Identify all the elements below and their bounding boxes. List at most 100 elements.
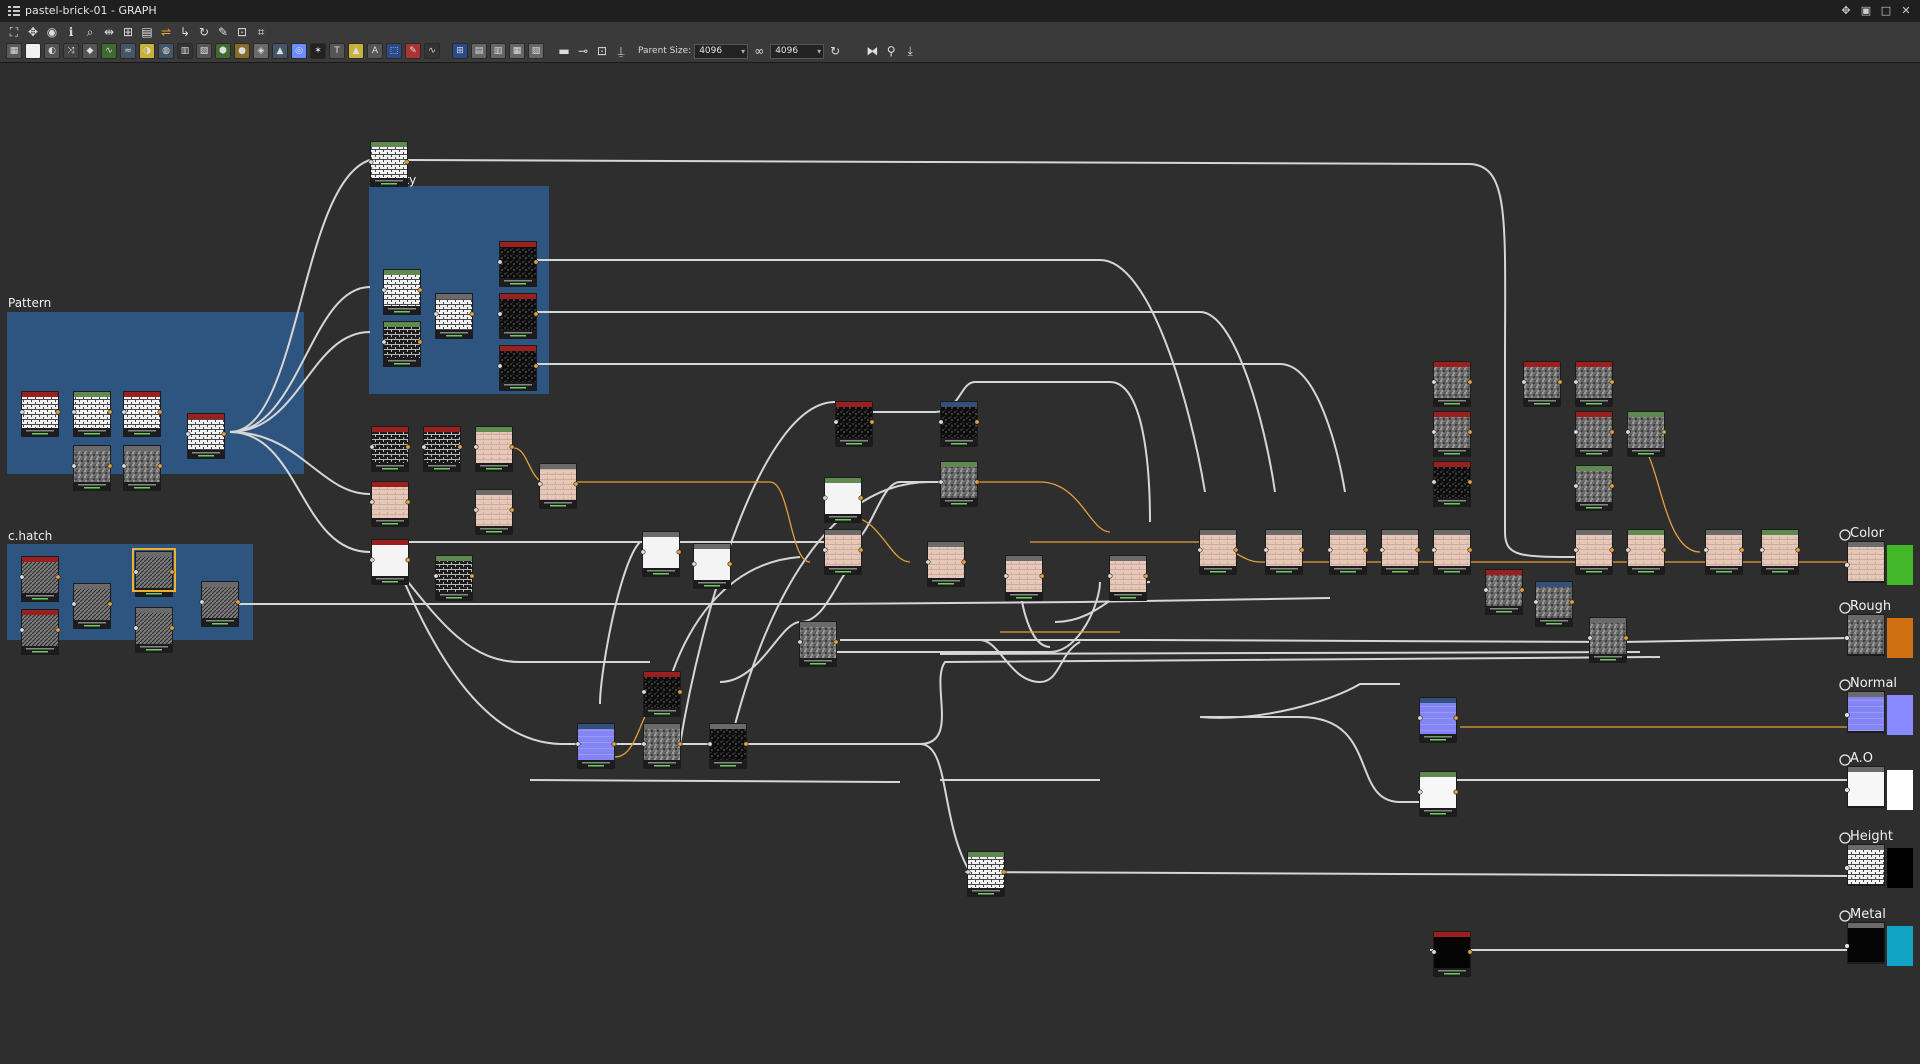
graph-node[interactable] bbox=[19, 391, 61, 437]
restore-icon[interactable]: ▣ bbox=[1858, 3, 1874, 19]
node-split-icon[interactable]: ⧓ bbox=[864, 43, 880, 59]
maximize-icon[interactable]: □ bbox=[1878, 3, 1894, 19]
pin-icon[interactable]: ⍊ bbox=[613, 43, 629, 59]
comment-icon[interactable]: ▬ bbox=[556, 43, 572, 59]
refresh-icon[interactable]: ↻ bbox=[827, 43, 843, 59]
linked-size-select[interactable]: 4096 bbox=[770, 43, 825, 59]
view5-icon[interactable]: ▧ bbox=[528, 43, 544, 59]
graph-node[interactable] bbox=[71, 583, 113, 629]
graph-node[interactable] bbox=[938, 461, 980, 507]
graph-node[interactable] bbox=[473, 489, 515, 535]
graph-node[interactable] bbox=[433, 555, 475, 601]
connect-icon[interactable]: ⊸ bbox=[575, 43, 591, 59]
graph-node[interactable] bbox=[1431, 461, 1473, 507]
graph-node[interactable] bbox=[833, 401, 875, 447]
bitmap-icon[interactable]: ▦ bbox=[6, 43, 22, 59]
graph-node[interactable] bbox=[1573, 361, 1615, 407]
text-icon[interactable]: T bbox=[329, 43, 345, 59]
output-node-rough[interactable]: Rough bbox=[1839, 599, 1913, 658]
graph-node[interactable] bbox=[19, 609, 61, 655]
svg-icon[interactable]: ✎ bbox=[405, 43, 421, 59]
graph-node[interactable] bbox=[1417, 697, 1459, 743]
graph-node[interactable] bbox=[1759, 529, 1801, 575]
graph-node[interactable] bbox=[421, 426, 463, 472]
hsl-icon[interactable]: ◍ bbox=[158, 43, 174, 59]
graph-node[interactable] bbox=[381, 321, 423, 367]
graph-node[interactable] bbox=[369, 426, 411, 472]
wrench-icon[interactable]: ✎ bbox=[215, 24, 231, 40]
align-icon[interactable]: ⇹ bbox=[101, 24, 117, 40]
graph-menu-icon[interactable] bbox=[8, 5, 20, 16]
output-settings-icon[interactable] bbox=[1839, 910, 1851, 922]
graph-node[interactable] bbox=[369, 539, 411, 585]
graph-node[interactable] bbox=[1431, 361, 1473, 407]
view3-icon[interactable]: ▥ bbox=[490, 43, 506, 59]
graph-node[interactable] bbox=[1625, 529, 1667, 575]
graph-node[interactable] bbox=[71, 445, 113, 491]
graph-node[interactable] bbox=[641, 671, 683, 717]
graph-node[interactable] bbox=[1573, 411, 1615, 457]
graph-node[interactable] bbox=[1417, 771, 1459, 817]
link-slot-icon[interactable]: ⊡ bbox=[594, 43, 610, 59]
info-icon[interactable]: ℹ bbox=[63, 24, 79, 40]
output-node-normal[interactable]: Normal bbox=[1839, 676, 1913, 735]
sharpen-icon[interactable]: ◈ bbox=[253, 43, 269, 59]
blur-icon[interactable]: ● bbox=[234, 43, 250, 59]
output-settings-icon[interactable] bbox=[1839, 679, 1851, 691]
graph-node[interactable] bbox=[199, 581, 241, 627]
graph-node[interactable] bbox=[1483, 569, 1525, 615]
graph-node[interactable] bbox=[473, 426, 515, 472]
graph-node[interactable] bbox=[938, 401, 980, 447]
tile-icon[interactable]: ✶ bbox=[310, 43, 326, 59]
graph-node[interactable] bbox=[497, 293, 539, 339]
chain-link-icon[interactable]: ∞ bbox=[751, 43, 767, 59]
grayscale-icon[interactable]: ▧ bbox=[196, 43, 212, 59]
move-icon[interactable]: ✥ bbox=[25, 24, 41, 40]
graph-node[interactable] bbox=[121, 391, 163, 437]
graph-node[interactable] bbox=[1625, 411, 1667, 457]
graph-node[interactable] bbox=[1107, 555, 1149, 601]
curve-icon[interactable]: ∿ bbox=[101, 43, 117, 59]
graph-node[interactable] bbox=[1003, 555, 1045, 601]
view2-icon[interactable]: ▤ bbox=[471, 43, 487, 59]
view-icon[interactable]: ⊞ bbox=[452, 43, 468, 59]
emboss-icon[interactable]: A bbox=[367, 43, 383, 59]
graph-node[interactable] bbox=[641, 723, 683, 769]
graph-node[interactable] bbox=[369, 481, 411, 527]
graph-node[interactable] bbox=[368, 141, 410, 187]
output-node-height[interactable]: Height bbox=[1839, 829, 1913, 888]
graph-node[interactable] bbox=[497, 241, 539, 287]
graph-node[interactable] bbox=[71, 391, 113, 437]
parent-size-select[interactable]: 4096 bbox=[694, 43, 749, 59]
close-icon[interactable]: ✕ bbox=[1898, 3, 1914, 19]
graph-node[interactable] bbox=[1703, 529, 1745, 575]
graph-node[interactable] bbox=[1379, 529, 1421, 575]
blend-icon[interactable]: ◑ bbox=[139, 43, 155, 59]
graph-node[interactable] bbox=[433, 293, 475, 339]
graph-node[interactable] bbox=[965, 851, 1007, 897]
graph-node[interactable] bbox=[1521, 361, 1563, 407]
layout-icon[interactable]: ⊞ bbox=[120, 24, 136, 40]
output-node-color[interactable]: Color bbox=[1839, 526, 1913, 585]
link-icon[interactable]: ⇌ bbox=[158, 24, 174, 40]
graph-node[interactable] bbox=[1587, 617, 1629, 663]
graph-node[interactable] bbox=[691, 543, 733, 589]
graph-node[interactable] bbox=[822, 477, 864, 523]
warp-icon[interactable]: ≈ bbox=[120, 43, 136, 59]
view4-icon[interactable]: ▦ bbox=[509, 43, 525, 59]
graph-node[interactable] bbox=[707, 723, 749, 769]
transform-icon[interactable]: ▲ bbox=[348, 43, 364, 59]
reset-icon[interactable]: ↻ bbox=[196, 24, 212, 40]
graph-node[interactable] bbox=[1573, 465, 1615, 511]
distance-icon[interactable]: ◎ bbox=[291, 43, 307, 59]
graph-node[interactable] bbox=[121, 445, 163, 491]
flow-icon[interactable]: ▤ bbox=[139, 24, 155, 40]
output-node-metal[interactable]: Metal bbox=[1839, 907, 1913, 966]
graph-node[interactable] bbox=[537, 463, 579, 509]
output-node-ao[interactable]: A.O bbox=[1839, 751, 1913, 810]
mask-icon[interactable]: ⬚ bbox=[386, 43, 402, 59]
normal-icon[interactable]: ⬢ bbox=[215, 43, 231, 59]
frame-icon[interactable]: ⛶ bbox=[6, 24, 22, 40]
graph-node[interactable] bbox=[133, 607, 175, 653]
graph-node[interactable] bbox=[1533, 581, 1575, 627]
